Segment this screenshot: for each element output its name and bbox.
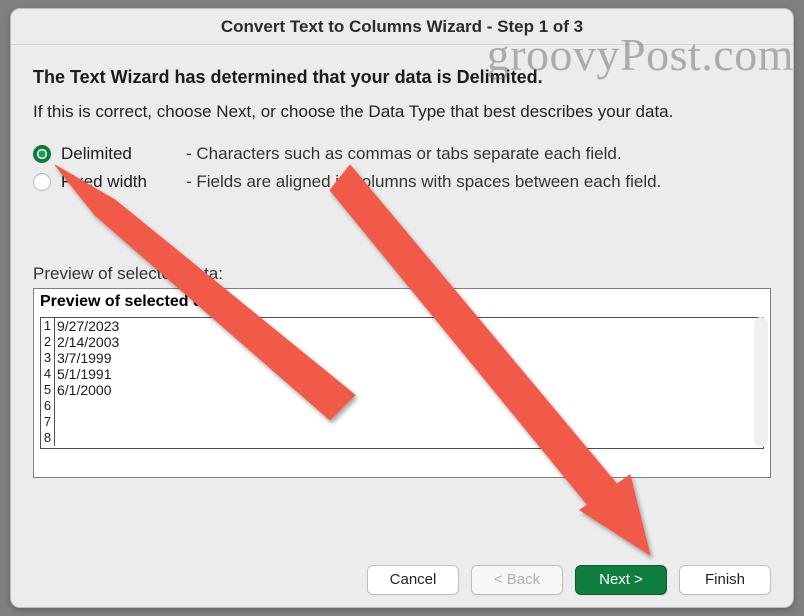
row-value: 6/1/2000 xyxy=(55,382,112,398)
back-button: < Back xyxy=(471,565,563,595)
option-fixed-width-label: Fixed width xyxy=(61,168,176,196)
row-value: 3/7/1999 xyxy=(55,350,112,366)
row-number: 3 xyxy=(41,350,55,366)
row-value xyxy=(55,414,57,430)
row-number: 6 xyxy=(41,398,55,414)
cancel-button[interactable]: Cancel xyxy=(367,565,459,595)
table-row: 22/14/2003 xyxy=(41,334,763,350)
row-value xyxy=(55,398,57,414)
row-number: 1 xyxy=(41,318,55,334)
row-value: 2/14/2003 xyxy=(55,334,119,350)
table-row: 45/1/1991 xyxy=(41,366,763,382)
row-value xyxy=(55,430,57,446)
option-fixed-width[interactable]: Fixed width - Fields are aligned in colu… xyxy=(33,168,771,196)
wizard-subtext: If this is correct, choose Next, or choo… xyxy=(33,102,771,122)
preview-label: Preview of selected data: xyxy=(33,264,771,284)
row-number: 7 xyxy=(41,414,55,430)
table-row: 8 xyxy=(41,430,763,446)
option-delimited-desc: - Characters such as commas or tabs sepa… xyxy=(186,140,622,168)
preview-box: Preview of selected data: 19/27/202322/1… xyxy=(33,288,771,478)
table-row: 7 xyxy=(41,414,763,430)
table-row: 33/7/1999 xyxy=(41,350,763,366)
preview-scrollbar[interactable] xyxy=(754,317,768,447)
preview-data-grid: 19/27/202322/14/200333/7/199945/1/199156… xyxy=(40,317,764,449)
row-number: 5 xyxy=(41,382,55,398)
data-type-options: Delimited - Characters such as commas or… xyxy=(33,140,771,196)
table-row: 56/1/2000 xyxy=(41,382,763,398)
preview-box-title: Preview of selected data: xyxy=(40,293,764,311)
table-row: 19/27/2023 xyxy=(41,318,763,334)
window-title: Convert Text to Columns Wizard - Step 1 … xyxy=(11,9,793,45)
wizard-heading: The Text Wizard has determined that your… xyxy=(33,67,771,88)
radio-fixed-width[interactable] xyxy=(33,173,51,191)
row-number: 8 xyxy=(41,430,55,446)
option-delimited-label: Delimited xyxy=(61,140,176,168)
row-value: 9/27/2023 xyxy=(55,318,119,334)
row-value: 5/1/1991 xyxy=(55,366,112,382)
footer-buttons: Cancel < Back Next > Finish xyxy=(367,565,771,595)
option-fixed-width-desc: - Fields are aligned in columns with spa… xyxy=(186,168,661,196)
wizard-window: Convert Text to Columns Wizard - Step 1 … xyxy=(10,8,794,608)
row-number: 2 xyxy=(41,334,55,350)
option-delimited[interactable]: Delimited - Characters such as commas or… xyxy=(33,140,771,168)
next-button[interactable]: Next > xyxy=(575,565,667,595)
table-row: 6 xyxy=(41,398,763,414)
row-number: 4 xyxy=(41,366,55,382)
content-area: The Text Wizard has determined that your… xyxy=(11,45,793,478)
finish-button[interactable]: Finish xyxy=(679,565,771,595)
radio-delimited[interactable] xyxy=(33,145,51,163)
